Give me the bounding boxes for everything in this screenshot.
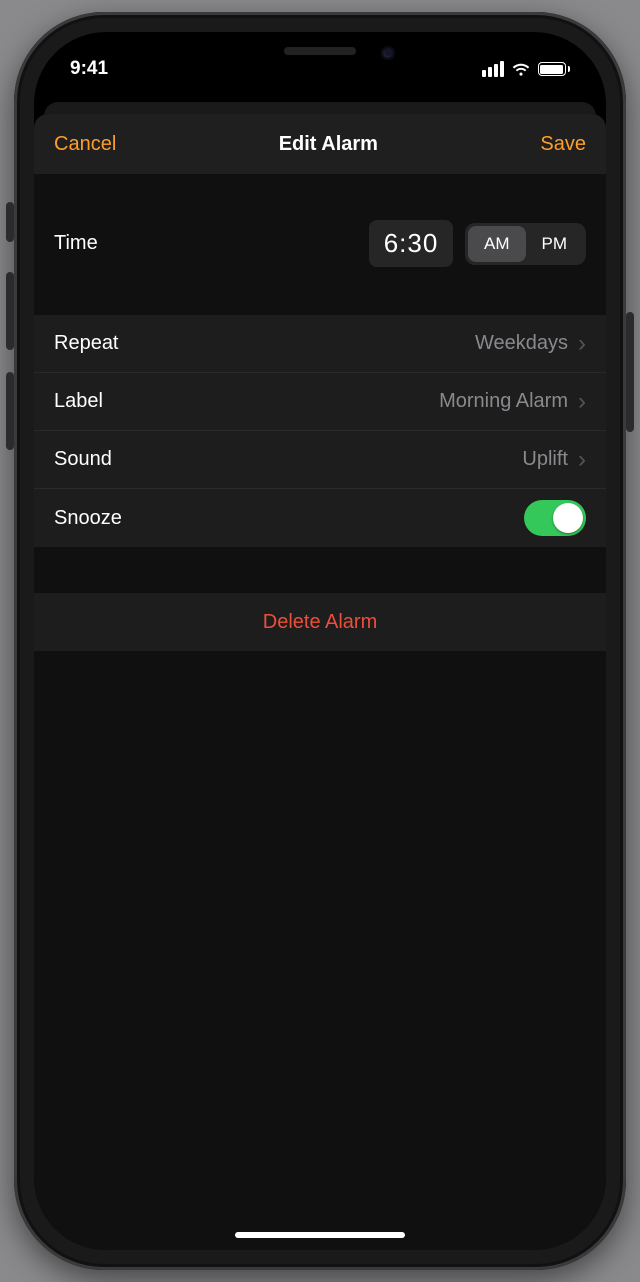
wifi-icon (511, 59, 531, 79)
volume-down-button[interactable] (6, 372, 14, 450)
power-button[interactable] (626, 312, 634, 432)
snooze-label: Snooze (54, 507, 122, 530)
status-time: 9:41 (70, 58, 108, 80)
ampm-segmented-control[interactable]: AM PM (465, 223, 586, 265)
label-value: Morning Alarm (439, 390, 568, 413)
cellular-signal-icon (482, 61, 504, 77)
time-picker-value[interactable]: 6:30 (369, 220, 453, 267)
sound-row[interactable]: Sound Uplift › (34, 431, 606, 489)
speaker-grille (284, 47, 356, 55)
sound-value: Uplift (522, 448, 568, 471)
time-label: Time (54, 232, 98, 255)
ampm-pm[interactable]: PM (526, 226, 584, 262)
home-indicator[interactable] (235, 1232, 405, 1238)
repeat-value: Weekdays (475, 332, 568, 355)
spacer (34, 547, 606, 593)
snooze-toggle[interactable] (524, 500, 586, 536)
repeat-row[interactable]: Repeat Weekdays › (34, 315, 606, 373)
save-button[interactable]: Save (540, 133, 586, 156)
chevron-right-icon: › (578, 448, 586, 472)
front-camera (381, 46, 395, 60)
snooze-row: Snooze (34, 489, 606, 547)
volume-up-button[interactable] (6, 272, 14, 350)
nav-bar: Cancel Edit Alarm Save (34, 114, 606, 174)
time-section: Time 6:30 AM PM (34, 174, 606, 315)
cancel-button[interactable]: Cancel (54, 133, 116, 156)
battery-icon (538, 62, 571, 76)
label-row[interactable]: Label Morning Alarm › (34, 373, 606, 431)
notch (195, 32, 445, 70)
chevron-right-icon: › (578, 390, 586, 414)
sound-label: Sound (54, 448, 112, 471)
delete-alarm-button[interactable]: Delete Alarm (34, 593, 606, 651)
mute-switch[interactable] (6, 202, 14, 242)
label-label: Label (54, 390, 103, 413)
edit-alarm-sheet: Cancel Edit Alarm Save Time 6:30 AM PM R… (34, 114, 606, 1250)
screen: 9:41 Cancel Edit Alarm Save (34, 32, 606, 1250)
page-title: Edit Alarm (279, 133, 378, 156)
phone-frame: 9:41 Cancel Edit Alarm Save (14, 12, 626, 1270)
repeat-label: Repeat (54, 332, 119, 355)
ampm-am[interactable]: AM (468, 226, 526, 262)
chevron-right-icon: › (578, 332, 586, 356)
settings-list: Repeat Weekdays › Label Morning Alarm › … (34, 315, 606, 547)
